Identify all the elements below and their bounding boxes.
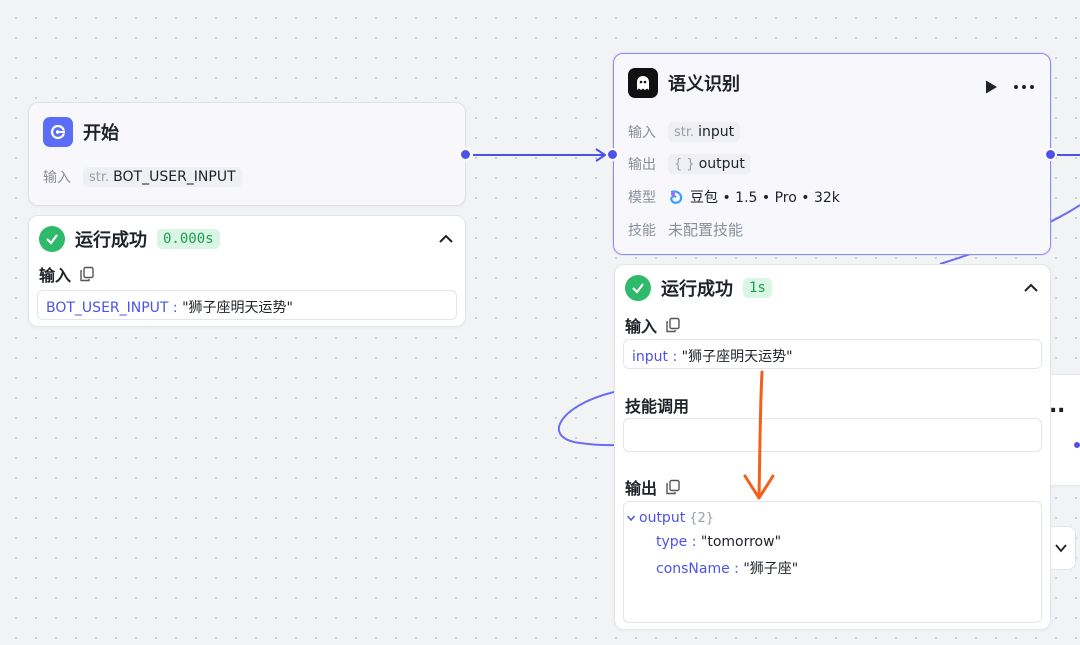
intent-input-value: "狮子座明天运势" — [681, 349, 793, 365]
success-check-icon — [39, 226, 65, 252]
intent-node-output-port[interactable] — [1044, 148, 1057, 161]
skill-call-box — [623, 418, 1042, 452]
intent-output-chip: { } output — [668, 154, 751, 174]
collapse-chevron-up-icon[interactable] — [437, 230, 455, 248]
start-icon — [43, 117, 73, 147]
doubao-model-icon — [670, 190, 683, 204]
more-icon[interactable] — [1013, 84, 1035, 90]
peek-node-port[interactable] — [1073, 441, 1080, 449]
intent-skill-label: 技能 — [628, 222, 656, 239]
intent-result-panel: 运行成功 1s 输入 input : "狮子座明天运势" 技能调用 输出 out… — [614, 264, 1051, 630]
output-field-value: "狮子座" — [743, 561, 799, 577]
intent-input-label: 输入 — [628, 125, 656, 141]
start-time-badge: 0.000s — [157, 229, 220, 249]
type-str-tag: str. — [674, 124, 695, 140]
type-object-tag: { } — [674, 156, 695, 172]
peek-node-ellipsis-2: . — [1057, 393, 1066, 418]
intent-time-badge: 1s — [743, 278, 772, 298]
output-tree-root[interactable]: output {2} — [626, 510, 714, 526]
intent-output-box: output {2} type : "tomorrow" consName : … — [623, 501, 1042, 623]
skill-call-section-title: 技能调用 — [625, 393, 689, 417]
start-result-panel: 运行成功 0.000s 输入 BOT_USER_INPUT : "狮子座明天运势… — [28, 215, 466, 327]
intent-input-row: 输入 str. input — [628, 122, 741, 142]
intent-input-section-title: 输入 — [625, 313, 681, 337]
intent-model-row: 模型 豆包 • 1.5 • Pro • 32k — [628, 187, 840, 207]
intent-model-value: 豆包 • 1.5 • Pro • 32k — [690, 190, 840, 206]
start-input-var: BOT_USER_INPUT — [113, 169, 236, 185]
intent-input-value-box: input : "狮子座明天运势" — [623, 339, 1042, 369]
start-input-key: BOT_USER_INPUT — [46, 300, 169, 316]
intent-model-label: 模型 — [628, 190, 656, 206]
start-status-text: 运行成功 — [75, 230, 147, 251]
intent-result-status: 运行成功 1s — [625, 275, 772, 301]
start-input-value: "狮子座明天运势" — [182, 300, 293, 316]
intent-node-title: 语义识别 — [668, 74, 740, 95]
start-input-label: 输入 — [43, 170, 71, 186]
play-icon[interactable] — [983, 79, 999, 95]
edge-loop-back — [558, 391, 621, 447]
copy-icon[interactable] — [79, 266, 95, 282]
intent-node-header: 语义识别 — [628, 68, 740, 98]
intent-output-section-title: 输出 — [625, 475, 681, 499]
intent-output-title: 输出 — [625, 479, 658, 498]
intent-output-row: 输出 { } output — [628, 154, 751, 174]
start-node-card[interactable]: 开始 输入 str. BOT_USER_INPUT — [28, 102, 466, 206]
type-str-tag: str. — [89, 169, 110, 185]
intent-node-card[interactable]: 语义识别 输入 str. input 输出 { } output 模型 豆包 •… — [613, 53, 1051, 255]
output-root-count: {2} — [689, 510, 715, 526]
output-field-key: consName — [656, 561, 730, 577]
start-node-header: 开始 — [43, 117, 119, 147]
output-root-key: output — [639, 510, 686, 526]
copy-icon[interactable] — [665, 317, 681, 333]
intent-input-key: input — [632, 349, 669, 365]
chevron-down-icon — [1055, 544, 1067, 553]
output-field-value: "tomorrow" — [700, 534, 782, 550]
collapse-chevron-up-icon[interactable] — [1022, 279, 1040, 297]
intent-input-var: input — [698, 124, 735, 140]
intent-skill-value: 未配置技能 — [668, 221, 744, 239]
start-input-title: 输入 — [39, 266, 72, 285]
chevron-down-icon[interactable] — [626, 513, 636, 523]
start-input-row: 输入 str. BOT_USER_INPUT — [43, 167, 242, 187]
intent-input-chip: str. input — [668, 122, 741, 142]
intent-node-input-port[interactable] — [606, 148, 619, 161]
output-field-row: consName : "狮子座" — [656, 561, 799, 577]
start-result-status: 运行成功 0.000s — [39, 226, 220, 252]
intent-status-text: 运行成功 — [661, 279, 733, 300]
output-field-row: type : "tomorrow" — [656, 534, 782, 550]
copy-icon[interactable] — [665, 479, 681, 495]
start-input-value-box: BOT_USER_INPUT : "狮子座明天运势" — [37, 290, 457, 320]
intent-ghost-icon — [628, 68, 658, 98]
start-input-chip: str. BOT_USER_INPUT — [83, 167, 242, 187]
start-node-output-port[interactable] — [459, 148, 472, 161]
edge-arrowhead — [595, 148, 607, 162]
intent-input-title: 输入 — [625, 317, 658, 336]
start-node-title: 开始 — [83, 123, 119, 144]
intent-output-label: 输出 — [628, 157, 656, 173]
intent-skill-row: 技能 未配置技能 — [628, 219, 743, 240]
skill-call-title: 技能调用 — [625, 397, 690, 416]
success-check-icon — [625, 275, 651, 301]
intent-output-var: output — [698, 156, 745, 172]
start-input-section-title: 输入 — [39, 262, 95, 286]
output-field-key: type — [656, 534, 688, 550]
